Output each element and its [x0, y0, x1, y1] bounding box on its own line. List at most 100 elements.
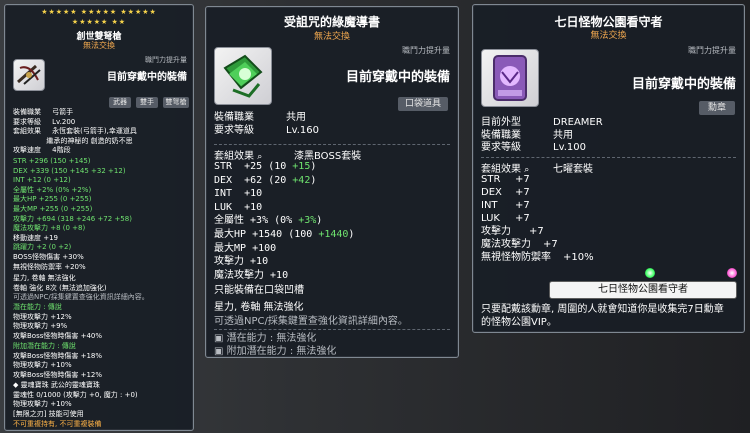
- tooltip-panel-weapon: ★★★★★ ★★★★★ ★★★★★ ★★★★★ ★★ 創世雙弩槍 無法交換 職鬥…: [4, 4, 194, 431]
- stat-line: 最大MP +255 (0 +255): [13, 204, 93, 213]
- info-value: 繼承的神秘的 創造的奶不思: [46, 136, 133, 145]
- tag-two-handed: 雙手: [136, 97, 158, 108]
- equipped-label: 目前穿戴中的裝備: [631, 77, 736, 92]
- pocket-stat-list: STR +25 (10 +15) DEX +62 (20 +42) INT +1…: [214, 160, 354, 282]
- tooltip-panel-pocket: 受詛咒的綠魔導書 無法交換 職鬥力提升量 目前穿戴中的裝備 口袋道具 裝備職業 共…: [205, 6, 459, 358]
- sparkle-green-icon: [645, 268, 655, 278]
- info-label: 要求等級: [13, 117, 41, 126]
- pocket-potential-info: ▣ 潛在能力 : 無法強化 ▣ 附加潛在能力 : 無法強化: [214, 332, 336, 358]
- soul-title: ◆ 靈魂寶珠 武公的靈魂寶珠: [13, 381, 100, 389]
- additional-title: 附加潛在能力 : 傳說: [13, 342, 76, 350]
- info-value: 4階段: [52, 146, 71, 155]
- divider: [214, 329, 450, 330]
- stat-value: +7: [543, 239, 558, 250]
- stat-line: 全屬性 +2% (0% +2%): [13, 185, 92, 194]
- additional-line: 攻擊Boss怪物時傷害 +12%: [13, 370, 103, 379]
- medal-info: 目前外型 DREAMER 裝備職業 共用 要求等級 Lv.100: [481, 117, 603, 155]
- potential-icon: ▣: [214, 333, 227, 344]
- potential-section: 潛在能力 : 傳說 物理攻擊力 +12% 物理攻擊力 +9% 攻擊Boss怪物時…: [13, 303, 102, 341]
- info-value: DREAMER: [553, 117, 603, 128]
- tag-medal: 勳章: [699, 101, 735, 115]
- job-power-label: 職鬥力提升量: [688, 46, 736, 55]
- star-scroll-line: 星力, 卷軸 無法強化: [214, 302, 304, 313]
- stat-label: 攻擊力: [214, 256, 244, 268]
- stat-label: 無視怪物防禦率: [481, 252, 551, 263]
- stat-value: +62 (20: [244, 174, 293, 186]
- stat-value: +10: [270, 269, 289, 281]
- info-value: 共用: [553, 129, 573, 141]
- npc-note: 可透過NPC/採集鍵置查強化資訊詳細內容。: [214, 316, 408, 327]
- info-label: 目前外型: [481, 117, 521, 128]
- no-trade-label: 無法交換: [313, 32, 350, 42]
- level-value: Lv.160: [286, 125, 319, 136]
- stat-close: ): [310, 161, 317, 172]
- potential-line: 攻擊Boss怪物時傷害 +40%: [13, 331, 103, 340]
- stat-label: INT: [481, 200, 498, 211]
- desc-line: 的怪物公園VIP。: [481, 317, 557, 328]
- potential-line: 物理攻擊力 +12%: [13, 312, 72, 321]
- additional-line: 攻擊Boss怪物時傷害 +18%: [13, 351, 103, 360]
- potential-title: 潛在能力 : 傳說: [13, 303, 62, 311]
- tag-dual-crossbow: 雙弩槍: [163, 97, 189, 108]
- divider: [481, 157, 736, 158]
- stat-value: +7: [529, 226, 544, 237]
- stat-label: 全屬性: [214, 215, 244, 227]
- weapon-info-list: 裝備職業 弓箭手 要求等級 Lv.200 套組效果 永恆套裝(弓箭手),幸運道具…: [13, 108, 137, 156]
- stat-label: 攻擊力: [481, 226, 511, 237]
- info-value: Lv.200: [52, 117, 76, 126]
- weapon-stat-list: STR +296 (150 +145) DEX +339 (150 +145 +…: [13, 157, 132, 272]
- soul-line: [無限之刃] 技能可使用: [13, 409, 84, 418]
- item-title: 受詛咒的綠魔導書: [283, 15, 380, 29]
- stat-label: STR: [481, 174, 501, 185]
- info-label: 裝備職業: [481, 129, 521, 141]
- stat-line: DEX +339 (150 +145 +32 +12): [13, 166, 126, 175]
- stat-label: LUK: [481, 213, 500, 224]
- job-label: 裝備職業: [214, 112, 254, 123]
- scroll-count-line: 卷軸 強化 8次 (無法追加強化): [13, 283, 107, 292]
- stat-line: 最大HP +255 (0 +255): [13, 195, 92, 204]
- stat-line: 移動速度 +19: [13, 233, 58, 242]
- stat-label: STR: [214, 161, 233, 172]
- enhance-info: 星力, 卷軸 無法強化 卷軸 強化 8次 (無法追加強化) 可透過NPC/採集鍵…: [13, 274, 149, 303]
- stat-line: 跳躍力 +2 (0 +2): [13, 243, 72, 252]
- info-value: 弓箭手: [52, 108, 74, 116]
- stat-value: +10: [244, 201, 263, 213]
- additional-line: 物理攻擊力 +10%: [13, 361, 72, 370]
- potential-line: 物理攻擊力 +9%: [13, 322, 68, 331]
- info-label: 裝備職業: [13, 108, 41, 116]
- info-label: 要求等級: [481, 142, 521, 153]
- set-value: 七曜套裝: [553, 164, 593, 175]
- no-trade-label: 無法交換: [590, 31, 627, 41]
- stat-bonus: +42: [292, 174, 311, 186]
- stat-label: INT: [214, 188, 233, 200]
- stat-value: +7: [515, 200, 530, 211]
- tag-weapon: 武器: [109, 97, 131, 108]
- spellbook-icon: [214, 47, 272, 105]
- medal-description: 只要配戴該勳章, 周圍的人就會知道你是收集完7日勳章 的怪物公園VIP。: [481, 303, 724, 329]
- sparkle-pink-icon: [727, 268, 737, 278]
- info-value: Lv.100: [553, 142, 586, 153]
- stat-value: +100: [252, 242, 277, 254]
- footer-note: 不可重複持有, 不可重複裝備: [13, 420, 102, 428]
- stat-close: ): [348, 228, 355, 240]
- no-trade-label: 無法交換: [83, 41, 115, 50]
- stat-label: 最大MP: [214, 242, 247, 254]
- stat-bonus: +15: [292, 161, 311, 172]
- stat-label: DEX: [214, 174, 233, 186]
- info-label: 套組效果: [13, 127, 41, 136]
- info-label: 攻擊速度: [13, 146, 41, 155]
- additional-icon: ▣: [214, 346, 227, 357]
- desc-line: 只要配戴該勳章, 周圍的人就會知道你是收集完7日勳章: [481, 304, 724, 315]
- job-value: 共用: [286, 112, 306, 123]
- stat-label: 魔法攻擊力: [214, 269, 264, 281]
- stat-label: 魔法攻擊力: [481, 239, 531, 250]
- equipped-label: 目前穿戴中的裝備: [107, 72, 187, 83]
- soul-section: ◆ 靈魂寶珠 武公的靈魂寶珠 靈魂性 0/1000 (攻擊力 +0, 魔力 : …: [13, 381, 138, 419]
- soul-line: 靈魂性 0/1000 (攻擊力 +0, 魔力 : +0): [13, 390, 138, 399]
- crossbow-icon: [13, 59, 45, 91]
- stat-value: +7: [515, 174, 530, 185]
- star-force-row-2: ★★★★★ ★★: [71, 18, 127, 26]
- level-label: 要求等級: [214, 125, 254, 136]
- stat-value: +7: [515, 187, 530, 198]
- stat-label: DEX: [481, 187, 502, 198]
